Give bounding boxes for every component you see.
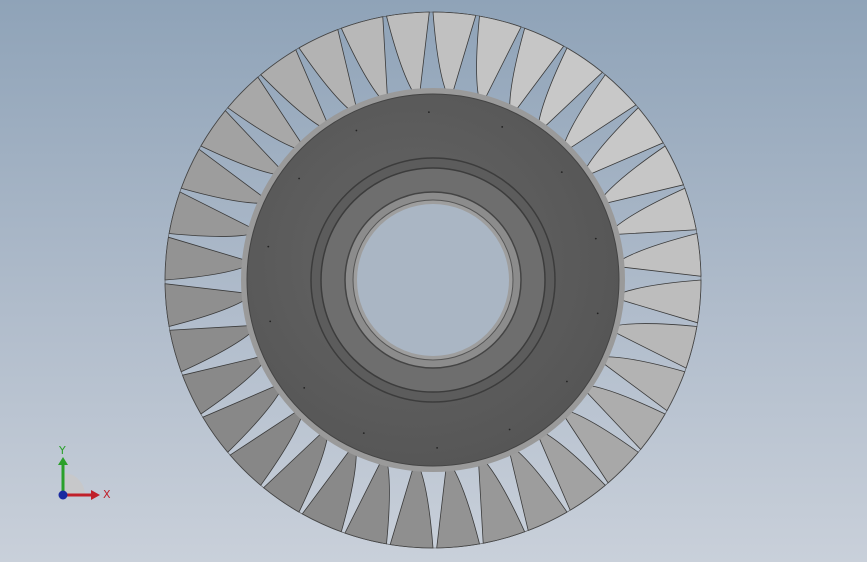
turbine-blade[interactable] bbox=[436, 458, 480, 549]
hub-reference-dot bbox=[594, 237, 597, 240]
hub-reference-dot bbox=[428, 111, 430, 113]
hub-reference-dot bbox=[362, 432, 365, 434]
hub-reference-dot bbox=[560, 171, 563, 174]
hub-reference-dot bbox=[596, 312, 599, 315]
graphics-viewport[interactable]: Y X bbox=[0, 0, 867, 562]
x-axis-arrow-icon bbox=[91, 490, 100, 500]
hub-reference-dot bbox=[436, 447, 438, 449]
hub-reference-dot bbox=[501, 126, 504, 128]
hub-reference-dot bbox=[269, 320, 272, 323]
turbine-blade[interactable] bbox=[611, 279, 702, 324]
turbine-blade[interactable] bbox=[386, 11, 430, 102]
turbine-blade[interactable] bbox=[389, 458, 434, 549]
hub-reference-dot bbox=[303, 387, 306, 389]
hub-reference-dot bbox=[508, 428, 511, 431]
y-axis-label: Y bbox=[58, 444, 66, 457]
x-axis-label: X bbox=[103, 488, 111, 501]
turbine-blade[interactable] bbox=[164, 236, 255, 281]
turbine-wheel-model[interactable] bbox=[0, 0, 867, 562]
hub-reference-dot bbox=[267, 245, 270, 248]
y-axis-arrow-icon bbox=[58, 457, 68, 465]
turbine-blade[interactable] bbox=[611, 233, 702, 277]
orientation-triad[interactable]: Y X bbox=[48, 440, 118, 510]
triad-sector bbox=[63, 473, 85, 495]
turbine-blade[interactable] bbox=[164, 283, 255, 327]
z-axis-dot-icon bbox=[58, 490, 68, 500]
hub-reference-dot bbox=[566, 380, 568, 383]
turbine-blade[interactable] bbox=[432, 11, 477, 102]
hub-reference-dot bbox=[355, 129, 358, 132]
hub-reference-dot bbox=[298, 177, 300, 180]
center-bore bbox=[357, 204, 509, 356]
